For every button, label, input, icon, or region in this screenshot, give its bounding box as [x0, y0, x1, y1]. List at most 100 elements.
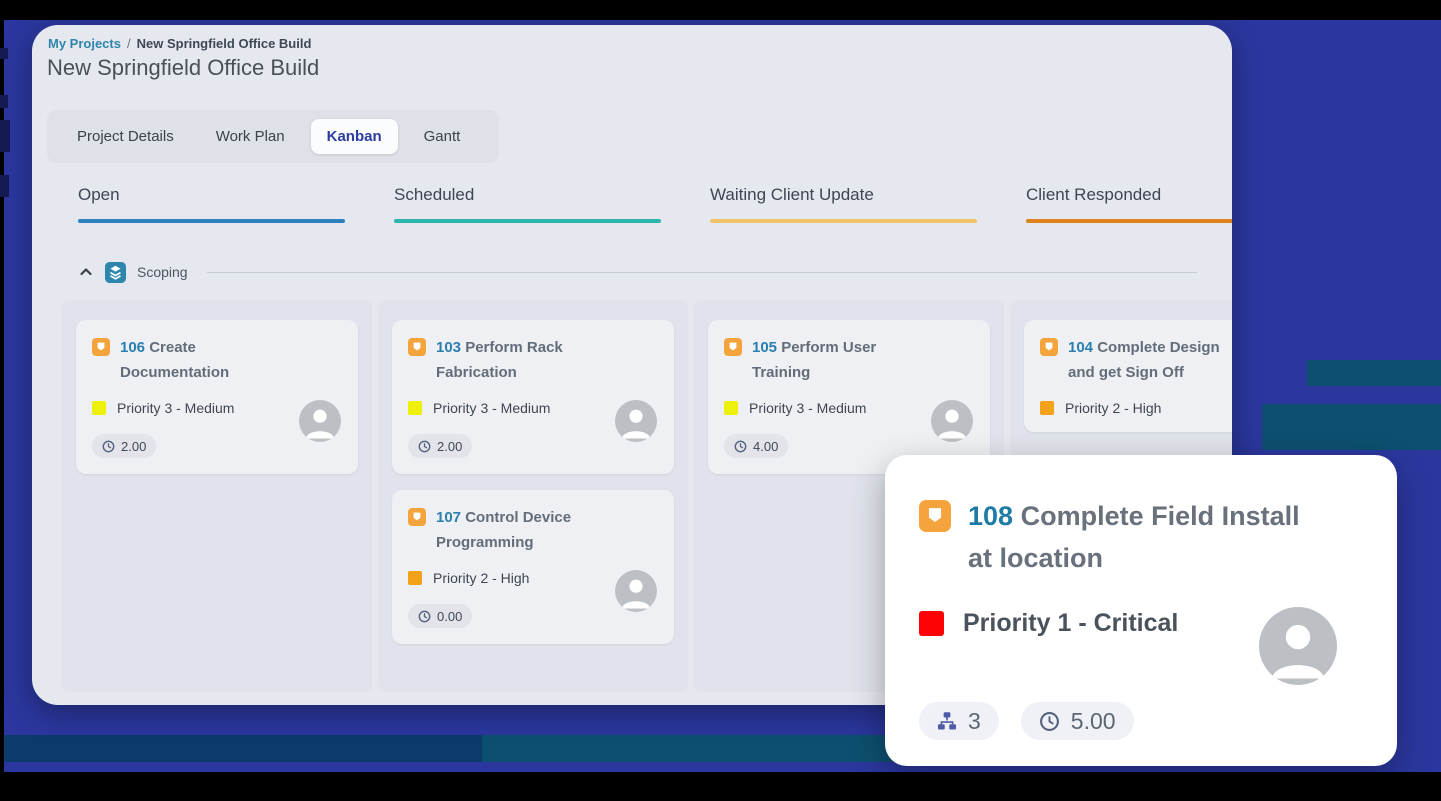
background-gantt-bar [1307, 360, 1441, 386]
card-head: 106 Create Documentation [92, 335, 342, 385]
card-badges: 0.00 [408, 604, 658, 628]
time-badge: 2.00 [92, 434, 156, 458]
time-value: 0.00 [437, 609, 462, 624]
assignee-avatar [299, 400, 341, 442]
background-gantt-bar [0, 735, 482, 762]
task-type-icon [408, 338, 426, 356]
lane-open: 106 Create Documentation Priority 3 - Me… [62, 300, 372, 692]
task-card-107[interactable]: 107 Control Device Programming Priority … [392, 490, 674, 644]
subtask-badge: 3 [919, 702, 999, 740]
clock-icon [418, 440, 431, 453]
view-tabs: Project Details Work Plan Kanban Gantt [47, 110, 499, 163]
time-value: 5.00 [1071, 708, 1116, 735]
section-label: Scoping [137, 264, 188, 280]
priority-label: Priority 2 - High [433, 570, 529, 586]
assignee-avatar [615, 400, 657, 442]
person-icon [299, 400, 341, 442]
person-icon [615, 400, 657, 442]
time-badge: 4.00 [724, 434, 788, 458]
card-title: 103 Perform Rack Fabrication [436, 335, 618, 385]
page-title: New Springfield Office Build [47, 55, 319, 81]
card-badges: 3 5.00 [919, 702, 1134, 740]
column-label: Client Responded [1026, 185, 1232, 205]
column-label: Open [78, 185, 345, 205]
clock-icon [418, 610, 431, 623]
bottom-black-bar [0, 772, 1441, 801]
card-head: 108 Complete Field Install at location [919, 495, 1363, 579]
tab-gantt[interactable]: Gantt [408, 119, 477, 154]
edge-artifact [0, 175, 9, 197]
person-icon [1259, 607, 1337, 685]
column-underline [78, 219, 345, 223]
column-label: Waiting Client Update [710, 185, 977, 205]
column-header-client-responded: Client Responded [1026, 185, 1232, 223]
card-head: 105 Perform User Training [724, 335, 974, 385]
priority-label: Priority 2 - High [1065, 400, 1161, 416]
task-type-icon [1040, 338, 1058, 356]
priority-color-square [92, 401, 106, 415]
column-underline [710, 219, 977, 223]
task-number: 108 [968, 501, 1013, 531]
task-card-104[interactable]: 104 Complete Design and get Sign Off Pri… [1024, 320, 1232, 432]
card-title: 107 Control Device Programming [436, 505, 618, 555]
assignee-avatar [615, 570, 657, 612]
assignee-avatar [931, 400, 973, 442]
zoomed-task-card-108[interactable]: 108 Complete Field Install at location P… [885, 455, 1397, 766]
time-badge: 5.00 [1021, 702, 1134, 740]
task-title-text: Complete Field Install at location [968, 501, 1300, 573]
task-number: 104 [1068, 339, 1093, 356]
breadcrumb: My Projects / New Springfield Office Bui… [48, 36, 311, 51]
sitemap-icon [937, 711, 957, 731]
priority-label: Priority 3 - Medium [749, 400, 866, 416]
column-header-open: Open [78, 185, 345, 223]
time-value: 2.00 [121, 439, 146, 454]
edge-artifact [0, 120, 10, 152]
task-type-icon [92, 338, 110, 356]
priority-label: Priority 3 - Medium [433, 400, 550, 416]
edge-artifact [0, 48, 8, 59]
task-number: 107 [436, 509, 461, 526]
section-divider [207, 272, 1197, 273]
top-black-bar [0, 0, 1441, 20]
tab-work-plan[interactable]: Work Plan [200, 119, 301, 154]
priority-row: Priority 2 - High [1040, 400, 1232, 416]
chevron-up-icon [79, 265, 93, 279]
time-value: 2.00 [437, 439, 462, 454]
task-type-icon [724, 338, 742, 356]
breadcrumb-separator: / [127, 36, 131, 51]
card-head: 107 Control Device Programming [408, 505, 658, 555]
priority-color-square [724, 401, 738, 415]
column-header-waiting-client-update: Waiting Client Update [710, 185, 977, 223]
card-title: 104 Complete Design and get Sign Off [1068, 335, 1232, 385]
breadcrumb-my-projects-link[interactable]: My Projects [48, 36, 121, 51]
task-card-106[interactable]: 106 Create Documentation Priority 3 - Me… [76, 320, 358, 474]
time-badge: 2.00 [408, 434, 472, 458]
section-row-scoping: Scoping [78, 260, 1197, 284]
card-head: 103 Perform Rack Fabrication [408, 335, 658, 385]
tab-project-details[interactable]: Project Details [61, 119, 190, 154]
time-value: 4.00 [753, 439, 778, 454]
card-badges: 2.00 [408, 434, 658, 458]
column-underline [394, 219, 661, 223]
stack-icon [105, 262, 126, 283]
clock-icon [1039, 711, 1060, 732]
clock-icon [102, 440, 115, 453]
left-black-sliver [0, 0, 4, 772]
task-card-103[interactable]: 103 Perform Rack Fabrication Priority 3 … [392, 320, 674, 474]
person-icon [931, 400, 973, 442]
assignee-avatar [1259, 607, 1337, 685]
column-label: Scheduled [394, 185, 661, 205]
priority-color-square [408, 571, 422, 585]
task-card-105[interactable]: 105 Perform User Training Priority 3 - M… [708, 320, 990, 474]
tab-kanban[interactable]: Kanban [311, 119, 398, 154]
collapse-section-button[interactable] [78, 264, 94, 280]
edge-artifact [0, 95, 8, 108]
priority-label: Priority 1 - Critical [963, 609, 1178, 638]
subtask-count: 3 [968, 708, 981, 735]
column-underline [1026, 219, 1232, 223]
card-title: 105 Perform User Training [752, 335, 934, 385]
task-type-icon [408, 508, 426, 526]
clock-icon [734, 440, 747, 453]
task-type-icon [919, 500, 951, 532]
card-head: 104 Complete Design and get Sign Off [1040, 335, 1232, 385]
